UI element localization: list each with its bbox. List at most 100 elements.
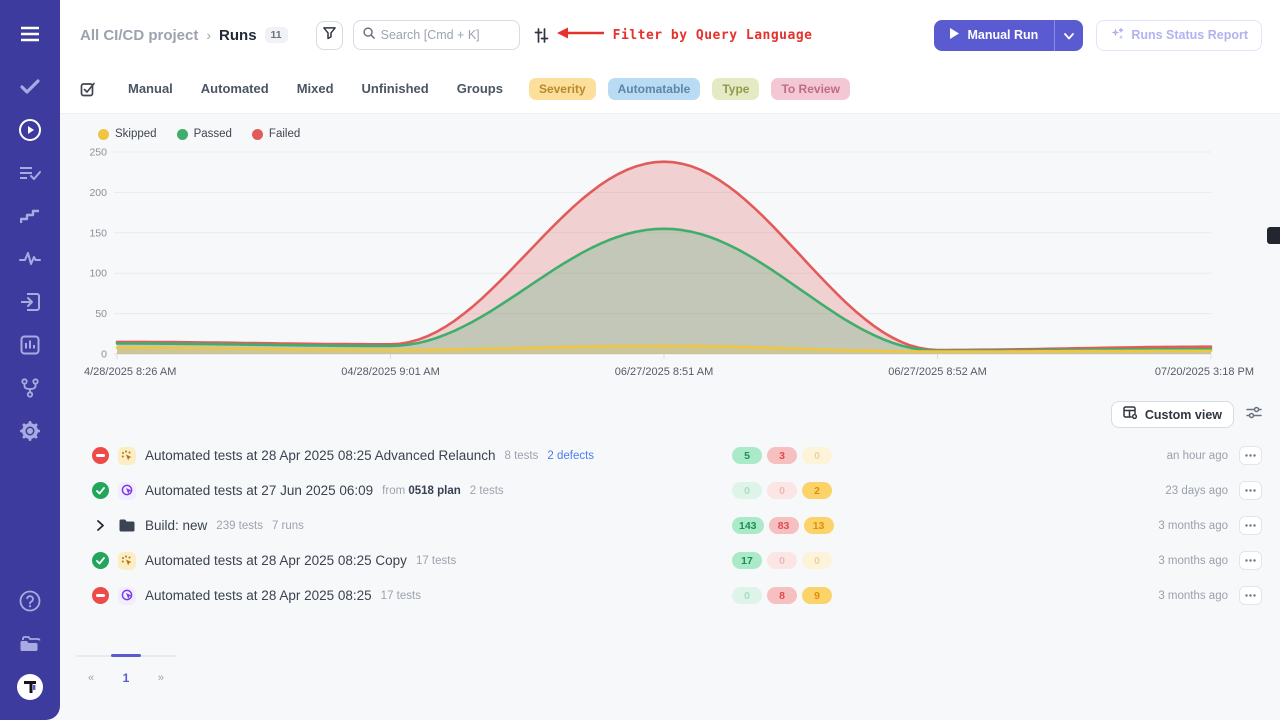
runs-status-report-label: Runs Status Report [1131,28,1248,42]
runs-status-report-button[interactable]: Runs Status Report [1096,20,1262,51]
legend-failed-label: Failed [269,128,300,140]
manual-run-split-button: Manual Run [934,20,1083,51]
left-arrow-icon [557,26,605,45]
chart-legend: Skipped Passed Failed [80,122,1262,142]
custom-view-button[interactable]: Custom view [1111,401,1234,428]
run-row[interactable]: Automated tests at 28 Apr 2025 08:25 Adv… [80,438,1262,473]
run-title: Automated tests at 28 Apr 2025 08:25 [145,588,372,603]
passed-dot-icon [177,129,188,140]
tests-icon[interactable] [17,74,43,100]
result-pills: 0 0 2 [732,482,832,499]
run-time: 3 months ago [1158,590,1228,602]
search-box [353,20,520,50]
annotation-text: Filter by Query Language [613,28,813,43]
main-content: All CI/CD project › Runs 11 [60,0,1280,720]
run-right: an hour ago [1167,446,1262,465]
failed-pill: 0 [767,552,797,569]
pulse-icon[interactable] [17,246,43,272]
run-time: an hour ago [1167,450,1228,462]
svg-text:100: 100 [89,268,107,280]
manual-run-label: Manual Run [967,28,1038,42]
skipped-pill: 9 [802,587,832,604]
manual-run-button[interactable]: Manual Run [934,20,1054,51]
tab-automated[interactable]: Automated [201,81,269,96]
row-actions-button[interactable] [1239,516,1262,535]
pagination: « 1 » [76,655,176,685]
tab-groups[interactable]: Groups [457,81,503,96]
run-title: Automated tests at 27 Jun 2025 06:09 [145,483,373,498]
pagination-active-indicator [111,654,141,657]
tab-manual[interactable]: Manual [128,81,173,96]
sidebar-bottom [17,588,43,700]
group-title: Build: new [145,518,207,533]
test-plans-icon[interactable] [17,160,43,186]
steps-icon[interactable] [17,203,43,229]
run-tests-count: 17 tests [381,590,421,602]
select-all-icon[interactable] [80,81,96,97]
scrollbar-thumb[interactable] [1267,227,1280,244]
automated-run-icon [118,587,136,605]
passed-status-icon [92,552,109,569]
row-actions-button[interactable] [1239,551,1262,570]
filter-tag-automatable[interactable]: Automatable [608,78,701,100]
row-actions-button[interactable] [1239,481,1262,500]
breadcrumb-project[interactable]: All CI/CD project [80,27,198,44]
filter-tag-to-review[interactable]: To Review [771,78,849,100]
legend-failed[interactable]: Failed [252,128,300,140]
filter-button[interactable] [316,21,343,50]
sidebar [0,0,60,720]
svg-text:06/27/2025 8:51 AM: 06/27/2025 8:51 AM [615,366,713,378]
row-actions-button[interactable] [1239,446,1262,465]
svg-text:50: 50 [95,308,107,320]
tab-mixed[interactable]: Mixed [297,81,334,96]
run-defects-link[interactable]: 2 defects [547,450,594,462]
failed-status-icon [92,587,109,604]
skipped-pill: 0 [802,447,832,464]
runs-icon[interactable] [17,117,43,143]
legend-skipped[interactable]: Skipped [98,128,157,140]
import-icon[interactable] [17,289,43,315]
settings-icon[interactable] [17,418,43,444]
run-right: 23 days ago [1165,481,1262,500]
result-pills: 0 8 9 [732,587,832,604]
row-actions-button[interactable] [1239,586,1262,605]
skipped-pill: 2 [802,482,832,499]
search-icon [363,26,375,44]
filter-tag-severity[interactable]: Severity [529,78,596,100]
run-plan-ref: from 0518 plan [382,485,461,497]
automated-run-icon [118,482,136,500]
filter-tag-type[interactable]: Type [712,78,759,100]
query-language-filter-icon[interactable] [534,28,549,43]
search-input[interactable] [381,28,510,42]
run-group-row[interactable]: Build: new 239 tests 7 runs 143 83 13 3 … [80,508,1262,543]
menu-icon[interactable] [17,21,43,47]
legend-passed[interactable]: Passed [177,128,232,140]
group-tests-count: 239 tests [216,520,263,532]
chevron-right-icon[interactable] [92,520,109,531]
svg-text:04/28/2025 9:01 AM: 04/28/2025 9:01 AM [341,366,439,378]
pagination-prev-button[interactable]: « [88,671,94,685]
result-pills: 5 3 0 [732,447,832,464]
run-row[interactable]: Automated tests at 28 Apr 2025 08:25 17 … [80,578,1262,613]
svg-text:150: 150 [89,227,107,239]
run-right: 3 months ago [1158,551,1262,570]
sparkles-icon [1110,27,1124,44]
view-settings-icon[interactable] [1246,406,1262,424]
run-tests-count: 2 tests [470,485,504,497]
pagination-page-1[interactable]: 1 [123,671,130,685]
help-icon[interactable] [17,588,43,614]
analytics-icon[interactable] [17,332,43,358]
app-window: All CI/CD project › Runs 11 [0,0,1280,720]
run-right: 3 months ago [1158,516,1262,535]
app-logo[interactable] [17,674,43,700]
pagination-next-button[interactable]: » [158,671,164,685]
run-row[interactable]: Automated tests at 28 Apr 2025 08:25 Cop… [80,543,1262,578]
svg-text:200: 200 [89,187,107,199]
tab-unfinished[interactable]: Unfinished [362,81,429,96]
run-row[interactable]: Automated tests at 27 Jun 2025 06:09 fro… [80,473,1262,508]
folder-icon [118,519,136,532]
manual-run-dropdown-button[interactable] [1054,20,1083,51]
branches-icon[interactable] [17,375,43,401]
run-info: Automated tests at 28 Apr 2025 08:25 Adv… [80,447,732,465]
projects-icon[interactable] [17,631,43,657]
